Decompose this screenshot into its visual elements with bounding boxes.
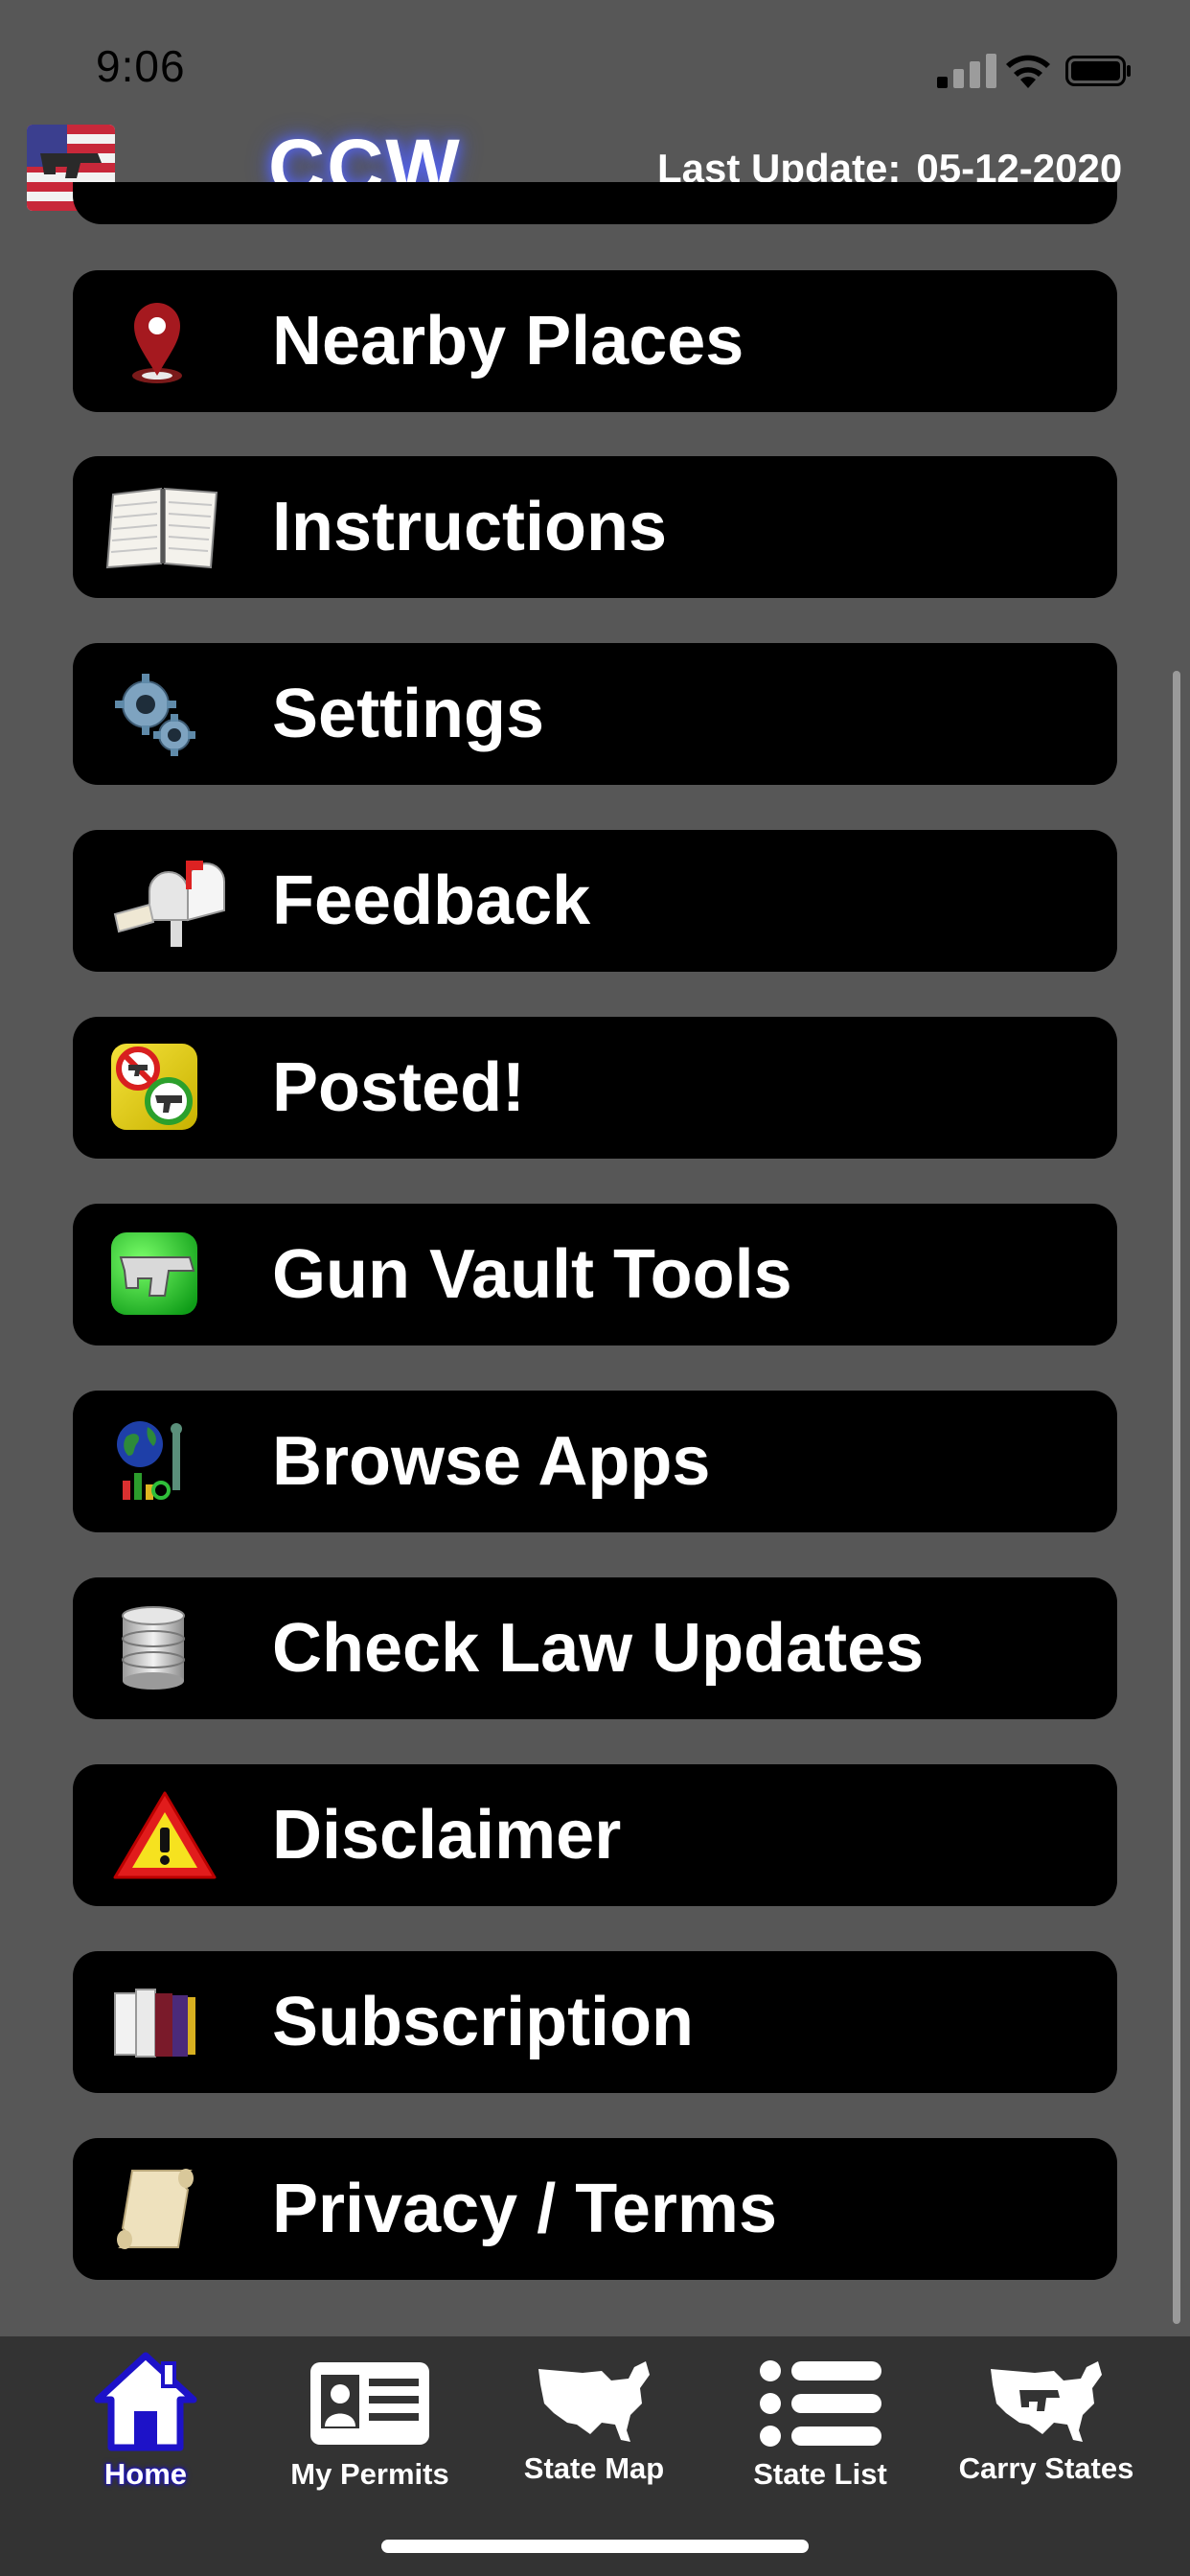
wifi-icon: [1006, 55, 1050, 88]
menu-item-label: Settings: [272, 676, 545, 752]
menu-item-privacy-terms[interactable]: Privacy / Terms: [73, 2138, 1117, 2280]
status-bar: 9:06: [0, 0, 1190, 134]
us-map-gun-icon: [991, 2361, 1102, 2442]
menu-item-disclaimer[interactable]: Disclaimer: [73, 1764, 1117, 1906]
menu-item-nearby-places[interactable]: Nearby Places: [73, 270, 1117, 412]
gears-icon: [115, 674, 195, 756]
home-icon: [94, 2352, 197, 2451]
scroll-icon: [117, 2169, 194, 2249]
tab-my-permits[interactable]: My Permits: [255, 2350, 485, 2503]
menu-item-label: Gun Vault Tools: [272, 1236, 792, 1313]
tab-label: Carry States: [958, 2451, 1134, 2485]
menu-item-settings[interactable]: Settings: [73, 643, 1117, 785]
menu-item-label: Feedback: [272, 862, 591, 939]
tab-home[interactable]: Home: [31, 2350, 261, 2503]
menu-item-browse-apps[interactable]: Browse Apps: [73, 1391, 1117, 1532]
mailbox-icon: [113, 861, 225, 947]
cellular-signal-icon: [937, 54, 998, 88]
tab-label: State List: [753, 2457, 887, 2491]
menu-item-label: Privacy / Terms: [272, 2171, 777, 2247]
menu-item-check-law-updates[interactable]: Check Law Updates: [73, 1577, 1117, 1719]
books-icon: [114, 1989, 195, 2058]
menu-item-gun-vault-tools[interactable]: Gun Vault Tools: [73, 1204, 1117, 1346]
list-icon: [760, 2360, 881, 2447]
menu-item-label: Check Law Updates: [272, 1610, 925, 1687]
menu-item-label: Subscription: [272, 1984, 695, 2060]
gun-vault-icon: [111, 1232, 197, 1315]
home-indicator[interactable]: [381, 2540, 809, 2553]
database-icon: [122, 1606, 185, 1690]
tab-label: State Map: [523, 2451, 665, 2485]
notebook-icon: [105, 487, 218, 569]
menu-item-partial[interactable]: [73, 182, 1117, 224]
scroll-indicator[interactable]: [1173, 671, 1180, 2324]
us-map-icon: [538, 2361, 650, 2442]
menu-item-label: Disclaimer: [272, 1797, 622, 1874]
globe-apps-icon: [117, 1421, 182, 1500]
menu-item-label: Posted!: [272, 1049, 526, 1126]
id-card-icon: [310, 2362, 429, 2445]
menu-item-label: Browse Apps: [272, 1423, 711, 1500]
battery-icon: [1065, 56, 1131, 86]
tab-carry-states[interactable]: Carry States: [931, 2350, 1161, 2503]
menu-item-feedback[interactable]: Feedback: [73, 830, 1117, 972]
tab-label: Home: [103, 2457, 188, 2491]
tab-state-map[interactable]: State Map: [479, 2350, 709, 2503]
warning-icon: [113, 1791, 217, 1879]
menu-item-instructions[interactable]: Instructions: [73, 456, 1117, 598]
status-time: 9:06: [96, 41, 186, 91]
map-pin-icon: [132, 303, 182, 383]
menu-item-label: Instructions: [272, 489, 668, 565]
posted-sign-icon: [111, 1044, 197, 1130]
tab-label: My Permits: [290, 2457, 449, 2491]
tab-state-list[interactable]: State List: [705, 2350, 935, 2503]
menu-item-subscription[interactable]: Subscription: [73, 1951, 1117, 2093]
menu-item-label: Nearby Places: [272, 303, 744, 380]
menu-item-posted[interactable]: Posted!: [73, 1017, 1117, 1159]
